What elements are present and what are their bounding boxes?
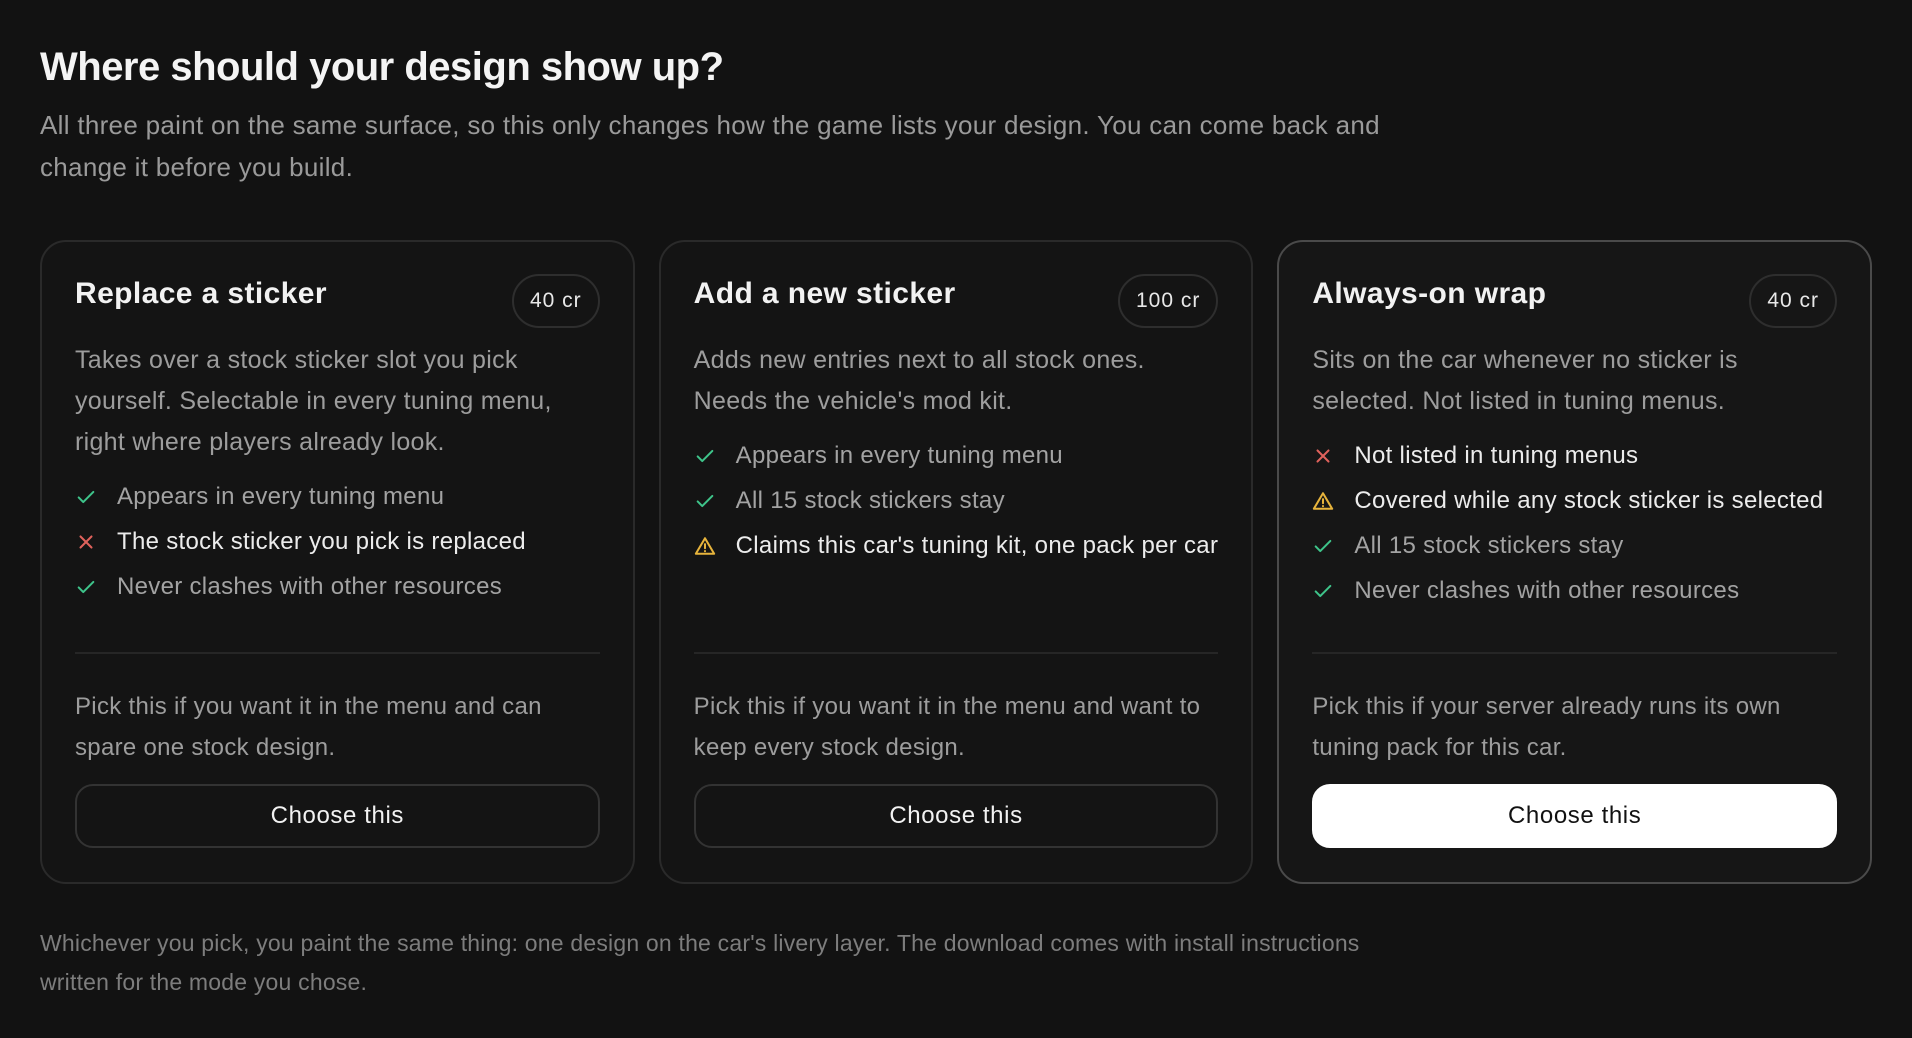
check-icon xyxy=(75,481,117,513)
check-icon xyxy=(75,571,117,603)
feature-item: Never clashes with other resources xyxy=(1312,575,1837,607)
feature-text: All 15 stock stickers stay xyxy=(1354,532,1624,559)
feature-text: Claims this car's tuning kit, one pack p… xyxy=(735,532,1219,559)
choose-button[interactable]: Choose this xyxy=(1312,784,1838,848)
footnote: Whichever you pick, you paint the same t… xyxy=(40,930,1360,995)
feature-item: All 15 stock stickers stay xyxy=(1312,530,1837,562)
feature-item: The stock sticker you pick is replaced xyxy=(75,526,600,558)
feature-item: Appears in every tuning menu xyxy=(694,440,1219,472)
check-icon xyxy=(1312,575,1354,607)
mode-picker-page: Where should your design show up? All th… xyxy=(40,40,1873,995)
card-add-sticker[interactable]: Add a new sticker 100 cr Adds new entrie… xyxy=(658,240,1254,884)
pick-hint: Pick this if you want it in the menu and… xyxy=(75,693,542,761)
pick-hint: Pick this if you want it in the menu and… xyxy=(693,693,1201,761)
pick-hint: Pick this if your server already runs it… xyxy=(1312,693,1781,761)
card-description: Sits on the car whenever no sticker is s… xyxy=(1312,346,1738,415)
card-title: Add a new sticker xyxy=(693,277,956,310)
divider xyxy=(75,652,600,654)
card-always-on-wrap[interactable]: Always-on wrap 40 cr Sits on the car whe… xyxy=(1277,240,1873,884)
feature-list: Not listed in tuning menus Covered while … xyxy=(1312,440,1837,607)
price-badge: 40 cr xyxy=(511,274,600,328)
feature-list: Appears in every tuning menu The stock st… xyxy=(75,481,600,603)
page-subtitle: All three paint on the same surface, so … xyxy=(40,110,1380,182)
feature-text: Never clashes with other resources xyxy=(1354,577,1740,604)
card-description: Takes over a stock sticker slot you pick… xyxy=(75,346,552,456)
warning-icon xyxy=(1312,485,1354,517)
feature-text: Appears in every tuning menu xyxy=(735,442,1063,469)
cross-icon xyxy=(1312,440,1354,472)
feature-item: All 15 stock stickers stay xyxy=(694,485,1219,517)
feature-item: Appears in every tuning menu xyxy=(75,481,600,513)
card-title: Replace a sticker xyxy=(75,277,327,310)
option-cards: Replace a sticker 40 cr Takes over a sto… xyxy=(40,240,1873,884)
divider xyxy=(693,652,1219,654)
feature-text: Never clashes with other resources xyxy=(117,573,503,600)
check-icon xyxy=(1312,530,1354,562)
feature-text: Appears in every tuning menu xyxy=(117,483,445,510)
check-icon xyxy=(694,485,736,517)
page-title: Where should your design show up? xyxy=(40,45,724,89)
check-icon xyxy=(694,440,736,472)
feature-list: Appears in every tuning menu All 15 stock… xyxy=(694,440,1219,562)
feature-text: Covered while any stock sticker is selec… xyxy=(1354,487,1824,514)
divider xyxy=(1312,652,1838,654)
price-badge: 40 cr xyxy=(1749,274,1838,328)
price-badge: 100 cr xyxy=(1117,274,1219,328)
card-replace-sticker[interactable]: Replace a sticker 40 cr Takes over a sto… xyxy=(40,240,635,884)
cross-icon xyxy=(75,526,117,558)
feature-text: The stock sticker you pick is replaced xyxy=(117,528,526,555)
choose-button[interactable]: Choose this xyxy=(75,784,600,848)
feature-text: All 15 stock stickers stay xyxy=(735,487,1005,514)
card-title: Always-on wrap xyxy=(1312,277,1547,310)
feature-item: Never clashes with other resources xyxy=(75,571,600,603)
feature-item: Not listed in tuning menus xyxy=(1312,440,1837,472)
warning-icon xyxy=(694,530,736,562)
feature-item: Covered while any stock sticker is selec… xyxy=(1312,485,1837,517)
choose-button[interactable]: Choose this xyxy=(693,784,1219,848)
feature-item: Claims this car's tuning kit, one pack p… xyxy=(694,530,1219,562)
feature-text: Not listed in tuning menus xyxy=(1354,442,1639,469)
card-description: Adds new entries next to all stock ones.… xyxy=(693,346,1145,415)
